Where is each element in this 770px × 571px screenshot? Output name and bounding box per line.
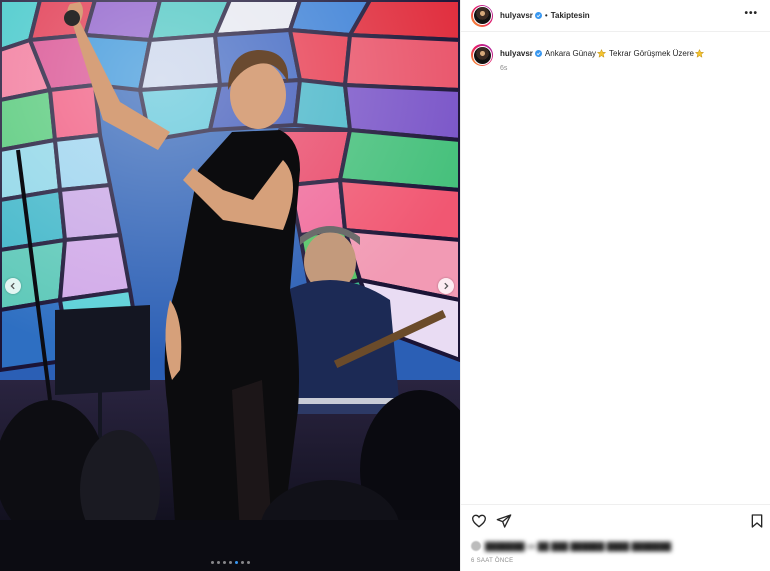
bookmark-icon <box>751 514 763 528</box>
save-button[interactable] <box>749 513 765 529</box>
verified-badge-icon <box>534 50 542 57</box>
carousel-dot <box>222 561 226 564</box>
carousel-dot <box>246 561 250 564</box>
caption-text-part2: Tekrar Görüşmek Üzere <box>609 49 694 58</box>
like-button[interactable] <box>471 513 487 529</box>
following-button[interactable]: Takiptesin <box>551 11 590 20</box>
avatar[interactable] <box>471 4 493 27</box>
caption-avatar[interactable] <box>471 44 493 66</box>
verified-badge-icon <box>534 12 542 19</box>
post-side-panel: hulyavsr • Takiptesin ••• hulyavsr Ankar… <box>460 0 770 571</box>
star-emoji-icon <box>597 49 607 58</box>
caption-text-part1: Ankara Günay <box>544 49 597 58</box>
carousel-dot <box>210 561 214 564</box>
caption: hulyavsr Ankara Günay Tekrar Görüşmek Üz… <box>461 32 770 72</box>
likes-summary[interactable]: ███████ ve ██ ███ ██████ ████ ███████ <box>471 541 671 551</box>
chevron-right-icon <box>444 282 449 290</box>
star-emoji-icon <box>694 49 704 58</box>
post-header: hulyavsr • Takiptesin ••• <box>461 0 770 32</box>
paper-plane-icon <box>496 514 512 528</box>
post-timestamp: 6 SAAT ÖNCE <box>471 558 514 564</box>
carousel-dot <box>240 561 244 564</box>
carousel-dot <box>216 561 220 564</box>
more-options-icon[interactable]: ••• <box>744 8 758 19</box>
post-actions: ███████ ve ██ ███ ██████ ████ ███████ 6 … <box>461 504 770 570</box>
instagram-post: hulyavsr • Takiptesin ••• hulyavsr Ankar… <box>0 0 770 571</box>
likes-text: ███████ ve ██ ███ ██████ ████ ███████ <box>485 541 672 551</box>
concert-photo <box>0 0 460 571</box>
carousel-next-button[interactable] <box>438 278 454 294</box>
heart-icon <box>471 514 487 528</box>
post-media[interactable] <box>0 0 460 571</box>
carousel-indicator <box>0 561 460 564</box>
caption-username-link[interactable]: hulyavsr <box>500 48 533 59</box>
separator-dot: • <box>544 11 548 20</box>
chevron-left-icon <box>10 282 15 290</box>
carousel-dot <box>228 561 232 564</box>
share-button[interactable] <box>496 513 512 529</box>
carousel-dot <box>234 561 238 564</box>
username-link[interactable]: hulyavsr <box>500 11 533 20</box>
caption-timestamp: 6s <box>500 65 508 72</box>
carousel-prev-button[interactable] <box>5 278 21 294</box>
liker-avatar <box>471 541 481 551</box>
